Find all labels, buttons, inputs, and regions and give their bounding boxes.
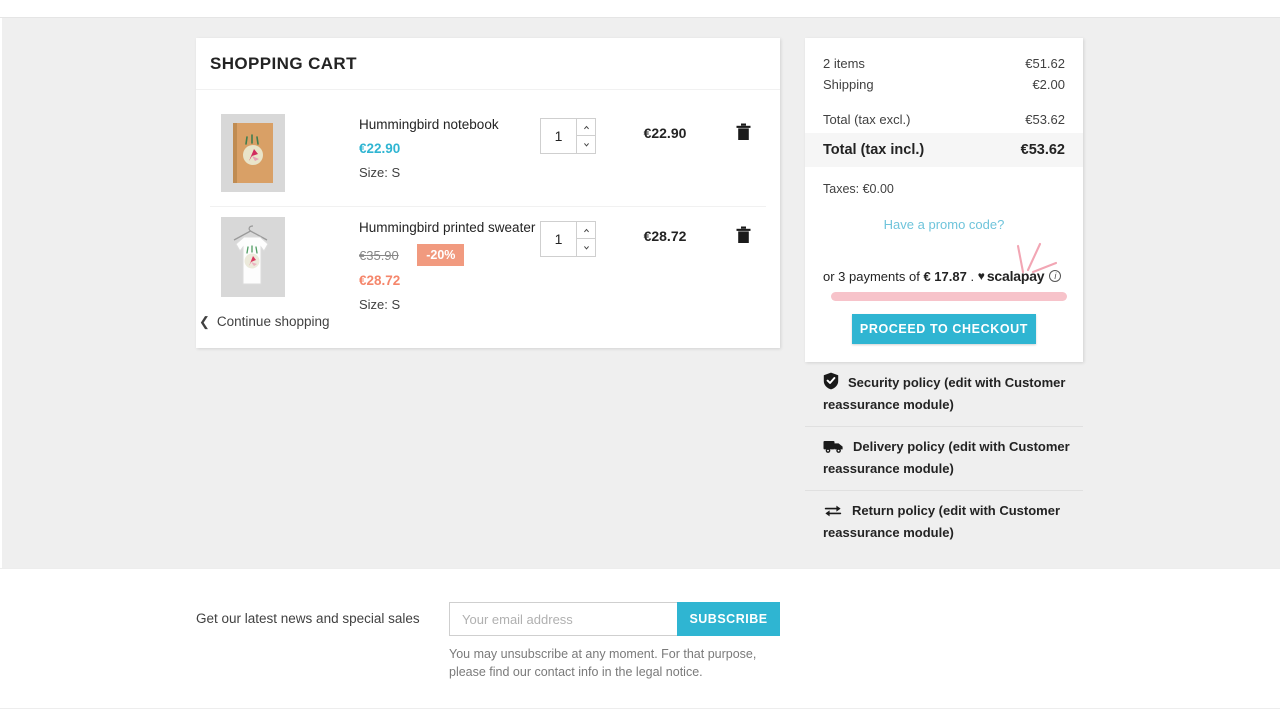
shield-check-icon — [823, 372, 839, 395]
quantity-input[interactable] — [541, 119, 576, 153]
items-count-label: 2 items — [823, 56, 865, 71]
product-price-line: €35.90 -20% — [359, 244, 536, 266]
summary-row-total-excl: Total (tax excl.) €53.62 — [823, 112, 1065, 127]
discount-badge: -20% — [417, 244, 465, 266]
quantity-decrease-button[interactable] — [577, 136, 595, 153]
shopping-cart-card: SHOPPING CART Hummingbird notebook €22.9… — [196, 38, 780, 348]
info-icon[interactable]: i — [1049, 270, 1062, 282]
proceed-to-checkout-button[interactable]: PROCEED TO CHECKOUT — [852, 314, 1036, 344]
chevron-left-icon: ❮ — [199, 314, 210, 329]
sweater-thumbnail — [221, 217, 285, 297]
product-name[interactable]: Hummingbird notebook — [359, 116, 536, 134]
page-left-edge — [0, 18, 2, 568]
remove-from-cart-button[interactable] — [720, 123, 766, 141]
cart-header: SHOPPING CART — [196, 38, 780, 90]
product-regular-price: €35.90 — [359, 247, 399, 263]
quantity-increase-button[interactable] — [577, 119, 595, 136]
quantity-stepper[interactable] — [540, 221, 596, 257]
summary-row-items: 2 items €51.62 — [823, 56, 1065, 71]
shipping-value: €2.00 — [1032, 77, 1065, 92]
trash-icon — [736, 226, 750, 243]
newsletter-form: SUBSCRIBE — [449, 602, 780, 636]
reassurance-text: Security policy (edit with Customer reas… — [823, 372, 1083, 414]
summary-row-shipping: Shipping €2.00 — [823, 77, 1065, 92]
checkout-action: PROCEED TO CHECKOUT — [823, 314, 1065, 362]
table-row: Hummingbird notebook €22.90 Size: S 1 €2… — [210, 100, 766, 206]
notebook-image — [233, 123, 273, 183]
scalapay-widget: or 3 payments of € 17.87 . ♥ scalapay i — [823, 242, 1067, 308]
product-thumbnail-link[interactable] — [221, 114, 285, 192]
summary-row-total-incl: Total (tax incl.) €53.62 — [805, 133, 1083, 167]
email-field[interactable] — [449, 602, 677, 636]
line-total: €28.72 — [643, 228, 687, 244]
shipping-label: Shipping — [823, 77, 874, 92]
chevron-down-icon — [583, 246, 589, 250]
newsletter-note: You may unsubscribe at any moment. For t… — [449, 647, 757, 679]
delivery-truck-icon — [823, 438, 844, 459]
items-count-value: €51.62 — [1025, 56, 1065, 71]
taxes-line: Taxes: €0.00 — [823, 182, 894, 196]
reassurance-text: Delivery policy (edit with Customer reas… — [823, 437, 1083, 478]
product-info: Hummingbird notebook €22.90 Size: S — [359, 112, 536, 180]
reassurance-label: Security policy (edit with Customer reas… — [823, 375, 1066, 412]
scalapay-text: or 3 payments of € 17.87 . ♥ scalapay i — [823, 268, 1065, 284]
notebook-thumbnail — [221, 114, 285, 192]
table-row: Hummingbird printed sweater €35.90 -20% … — [210, 207, 766, 326]
chevron-down-icon — [583, 143, 589, 147]
total-incl-label: Total (tax incl.) — [823, 142, 925, 158]
remove-from-cart-button[interactable] — [720, 226, 766, 244]
page-bottom-strip — [0, 708, 1280, 720]
product-attribute: Size: S — [359, 297, 401, 312]
reassurance-label: Delivery policy (edit with Customer reas… — [823, 439, 1070, 476]
newsletter-top-divider — [0, 568, 1280, 569]
quantity-decrease-button[interactable] — [577, 239, 595, 256]
total-incl-value: €53.62 — [1020, 142, 1065, 158]
quantity-stepper[interactable] — [540, 118, 596, 154]
promo-code-link[interactable]: Have a promo code? — [823, 217, 1065, 232]
page-top-strip — [0, 0, 1280, 18]
return-arrows-icon — [823, 504, 843, 523]
chevron-up-icon — [583, 125, 589, 129]
newsletter-section — [0, 568, 1280, 708]
quantity-increase-button[interactable] — [577, 222, 595, 239]
heart-icon: ♥ — [977, 269, 985, 283]
trash-icon — [736, 123, 750, 140]
newsletter-label: Get our latest news and special sales — [196, 611, 420, 626]
chevron-up-icon — [583, 228, 589, 232]
total-excl-label: Total (tax excl.) — [823, 112, 911, 127]
product-attribute: Size: S — [359, 165, 401, 180]
product-price: €28.72 — [359, 273, 401, 288]
scalapay-brand: scalapay — [986, 268, 1045, 284]
customer-reassurance-block: Security policy (edit with Customer reas… — [805, 362, 1083, 554]
page-title: SHOPPING CART — [210, 53, 357, 73]
cart-items-list: Hummingbird notebook €22.90 Size: S 1 €2… — [196, 90, 780, 348]
product-price: €22.90 — [359, 141, 401, 156]
continue-shopping-link[interactable]: ❮ Continue shopping — [199, 314, 330, 329]
product-thumbnail-link[interactable] — [221, 217, 285, 297]
continue-shopping-label: Continue shopping — [216, 314, 330, 329]
line-total: €22.90 — [643, 125, 687, 141]
order-summary-card: 2 items €51.62 Shipping €2.00 Total (tax… — [805, 38, 1083, 362]
reassurance-label: Return policy (edit with Customer reassu… — [823, 503, 1061, 540]
reassurance-item-return[interactable]: Return policy (edit with Customer reassu… — [805, 490, 1083, 554]
reassurance-text: Return policy (edit with Customer reassu… — [823, 501, 1083, 542]
total-excl-value: €53.62 — [1025, 112, 1065, 127]
scalapay-progress-bar — [831, 292, 1067, 301]
sweater-image — [233, 225, 269, 285]
subscribe-button[interactable]: SUBSCRIBE — [677, 602, 780, 636]
cart-page: SHOPPING CART Hummingbird notebook €22.9… — [0, 0, 1280, 720]
product-name[interactable]: Hummingbird printed sweater — [359, 219, 536, 237]
scalapay-amount: € 17.87 — [923, 268, 967, 284]
reassurance-item-security[interactable]: Security policy (edit with Customer reas… — [805, 362, 1083, 426]
product-info: Hummingbird printed sweater €35.90 -20% … — [359, 215, 536, 312]
scalapay-prefix: or 3 payments of — [823, 268, 920, 284]
quantity-input[interactable] — [541, 222, 576, 256]
reassurance-item-delivery[interactable]: Delivery policy (edit with Customer reas… — [805, 426, 1083, 490]
